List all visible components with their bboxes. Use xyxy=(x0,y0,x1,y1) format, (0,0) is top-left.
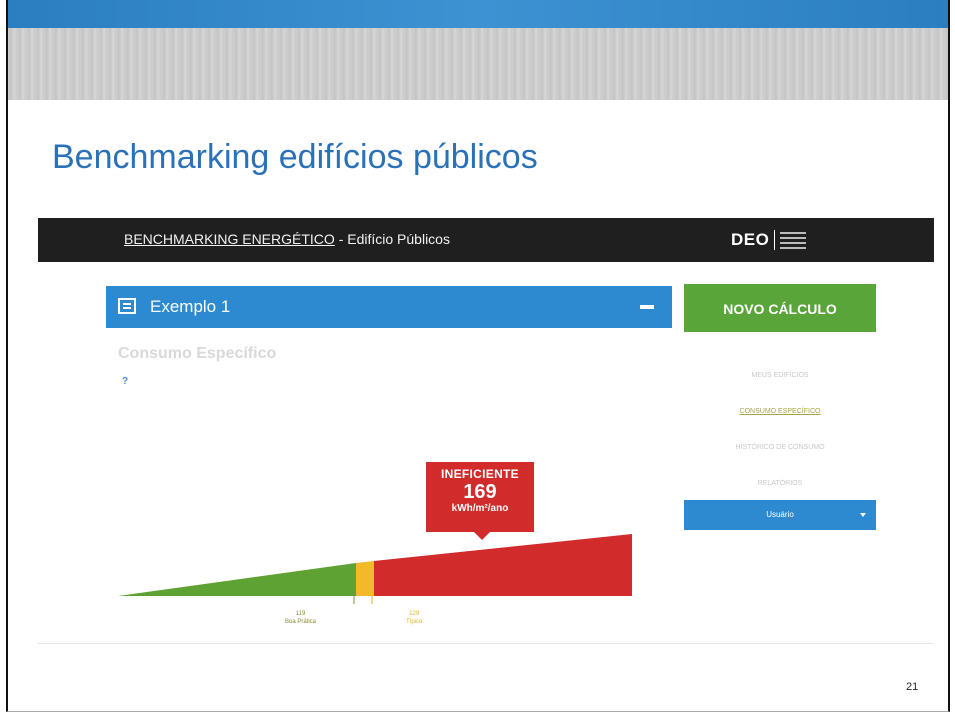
rating-word: INEFICIENTE xyxy=(441,467,519,481)
threshold-good-label: Boa Prática xyxy=(285,619,317,625)
rating-unit: kWh/m²/ano xyxy=(451,503,509,514)
app-title: BENCHMARKING ENERGÉTICO - Edifício Públi… xyxy=(124,231,450,247)
deo-logo-divider xyxy=(774,230,776,250)
deo-logo-text: DEO xyxy=(731,230,770,249)
threshold-typical-value: 129 xyxy=(409,611,420,617)
card-title: Exemplo 1 xyxy=(150,297,231,316)
app-screenshot: BENCHMARKING ENERGÉTICO - Edifício Públi… xyxy=(38,218,934,644)
help-icon[interactable]: ? xyxy=(122,376,128,387)
threshold-good: 119 Boa Prática xyxy=(285,610,316,626)
app-title-link[interactable]: BENCHMARKING ENERGÉTICO xyxy=(124,231,335,247)
app-title-rest: - Edifício Públicos xyxy=(334,231,450,247)
gauge-segment-typical xyxy=(356,561,374,596)
app-header: BENCHMARKING ENERGÉTICO - Edifício Públi… xyxy=(38,218,934,262)
deo-logo: DEO xyxy=(731,228,807,252)
new-calculation-button[interactable]: NOVO CÁLCULO xyxy=(684,284,876,332)
card-header[interactable]: Exemplo 1 xyxy=(106,286,672,328)
minus-icon[interactable] xyxy=(640,305,654,309)
rating-label: INEFICIENTE 169 kWh/m²/ano xyxy=(426,462,534,540)
section-subtitle: ? xyxy=(118,376,128,387)
section-title: Consumo Específico xyxy=(118,345,277,362)
header-band xyxy=(8,0,948,28)
slide-title: Benchmarking edifícios públicos xyxy=(52,138,538,176)
sidebar-link-meus-edificios[interactable]: MEUS EDIFÍCIOS xyxy=(684,358,876,394)
header-texture-band xyxy=(8,28,948,100)
building-icon xyxy=(118,298,136,314)
threshold-typical: 129 Típico xyxy=(406,610,422,626)
threshold-good-value: 119 xyxy=(295,611,306,617)
rating-value: 169 xyxy=(463,481,497,503)
page-number: 21 xyxy=(906,681,919,693)
threshold-typical-label: Típico xyxy=(406,619,423,625)
deo-logo-subtext-icon xyxy=(780,231,807,249)
gauge-segment-good xyxy=(118,563,356,596)
sidebar-link-consumo-especifico[interactable]: CONSUMO ESPECÍFICO xyxy=(684,394,876,430)
gauge-segment-inefficient xyxy=(374,534,632,596)
